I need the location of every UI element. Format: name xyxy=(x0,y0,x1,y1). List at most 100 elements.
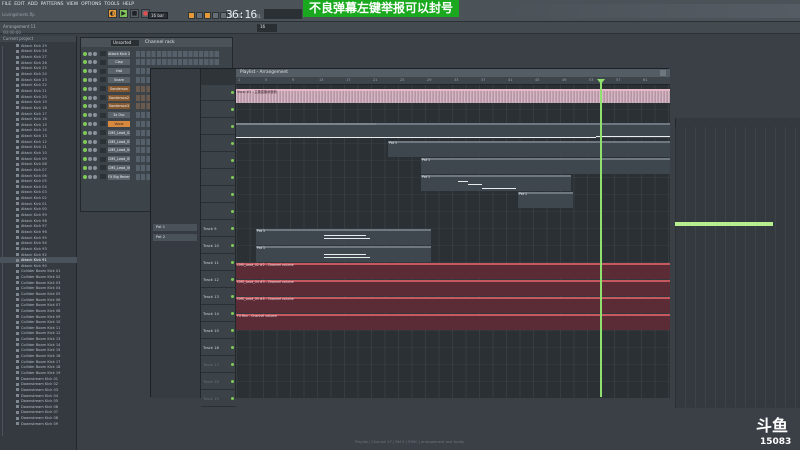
volume-knob-icon[interactable] xyxy=(93,86,97,91)
close-icon[interactable] xyxy=(660,70,666,76)
channel-name-button[interactable]: CMS_Lead_04 xyxy=(108,147,130,154)
menu-item[interactable]: OPTIONS xyxy=(81,2,101,10)
track-enable-led-icon[interactable] xyxy=(231,108,234,111)
track-enable-led-icon[interactable] xyxy=(231,312,234,315)
track-enable-led-icon[interactable] xyxy=(231,346,234,349)
playlist-grid[interactable]: Vocal #1 - 主播直播间音频 Pat 1 Pat 1 Pat 1 Pat… xyxy=(236,85,670,398)
track-enable-led-icon[interactable] xyxy=(231,261,234,264)
track-enable-led-icon[interactable] xyxy=(231,397,234,400)
channel-name-button[interactable]: Sanderson3 xyxy=(108,103,130,110)
channel-name-button[interactable]: Attack Kick 26 xyxy=(108,50,130,57)
mixer-track-field[interactable] xyxy=(100,156,106,162)
channel-name-button[interactable]: Sanderson xyxy=(108,85,130,92)
channel-name-button[interactable]: CMS_Lead_03 xyxy=(108,138,130,145)
mixer-track-field[interactable] xyxy=(100,174,106,180)
track-enable-led-icon[interactable] xyxy=(231,227,234,230)
menu-item[interactable]: ADD xyxy=(28,2,38,10)
track-header[interactable]: Track 18 xyxy=(201,374,236,390)
volume-knob-icon[interactable] xyxy=(93,77,97,82)
pan-knob-icon[interactable] xyxy=(88,174,92,179)
channel-mute-led-icon[interactable] xyxy=(83,104,87,109)
pan-knob-icon[interactable] xyxy=(88,121,92,126)
mixer-track-field[interactable] xyxy=(100,121,106,127)
pattern-clip[interactable]: Pat 1 xyxy=(388,141,670,157)
pan-knob-icon[interactable] xyxy=(88,165,92,170)
pan-knob-icon[interactable] xyxy=(88,60,92,65)
mixer-track-field[interactable] xyxy=(100,103,106,109)
channel-name-button[interactable]: FX Big Reverse xyxy=(108,173,130,180)
channel-mute-led-icon[interactable] xyxy=(83,86,87,91)
track-header[interactable]: Track 17 xyxy=(201,357,236,373)
channel-name-button[interactable]: CMS_Lead_05 xyxy=(108,156,130,163)
mixer-track-field[interactable] xyxy=(100,139,106,144)
automation-clip[interactable]: CMS_Lead_05 #4 - Channel volume xyxy=(236,297,670,313)
track-enable-led-icon[interactable] xyxy=(231,193,234,196)
volume-knob-icon[interactable] xyxy=(93,113,97,118)
mixer-track-field[interactable] xyxy=(100,112,106,118)
pattern-length-field[interactable]: 16 bar xyxy=(148,12,168,19)
track-enable-led-icon[interactable] xyxy=(231,244,234,247)
channel-mute-led-icon[interactable] xyxy=(83,148,87,153)
mixer-track-field[interactable] xyxy=(100,130,106,136)
mixer-track-field[interactable] xyxy=(100,147,106,153)
track-enable-led-icon[interactable] xyxy=(231,176,234,179)
play-icon[interactable]: ▶ xyxy=(119,9,128,18)
channel-name-button[interactable]: Vocal xyxy=(108,120,130,127)
mixer-track-field[interactable] xyxy=(100,68,106,74)
track-enable-led-icon[interactable] xyxy=(231,91,234,94)
mixer-track-field[interactable] xyxy=(100,77,106,83)
channel-name-button[interactable]: Snare xyxy=(108,76,130,83)
pan-knob-icon[interactable] xyxy=(88,157,92,162)
track-enable-led-icon[interactable] xyxy=(231,210,234,213)
track-header[interactable] xyxy=(201,102,236,118)
channel-name-button[interactable]: Clap xyxy=(108,59,130,66)
menu-item[interactable]: FILE xyxy=(2,2,11,10)
automation-clip[interactable]: FX Rev - Channel volume xyxy=(236,314,670,330)
mixer-track-field[interactable] xyxy=(100,51,106,56)
channel-row[interactable]: Clap xyxy=(83,59,231,66)
track-enable-led-icon[interactable] xyxy=(231,295,234,298)
track-header[interactable] xyxy=(201,85,236,101)
track-header[interactable] xyxy=(201,136,236,152)
pattern-clip[interactable]: Pat 1 xyxy=(256,229,431,245)
pan-knob-icon[interactable] xyxy=(88,104,92,109)
volume-knob-icon[interactable] xyxy=(93,174,97,179)
track-header[interactable]: Track 16 xyxy=(201,340,236,356)
channel-mute-led-icon[interactable] xyxy=(83,51,87,56)
volume-knob-icon[interactable] xyxy=(93,148,97,153)
channel-name-button[interactable]: Hat xyxy=(108,68,130,75)
channel-mute-led-icon[interactable] xyxy=(83,139,87,144)
pattern-clip[interactable] xyxy=(236,123,376,138)
playlist-title[interactable]: Playlist - Arrangement xyxy=(236,69,670,77)
channel-name-button[interactable]: CMS_Lead_02 xyxy=(108,129,130,136)
channel-name-button[interactable]: 3x Osc xyxy=(108,112,130,119)
track-header[interactable]: Track 14 xyxy=(201,306,236,322)
automation-clip[interactable]: CMS_Lead_04 #3 - Channel volume xyxy=(236,280,670,296)
automation-clip[interactable]: CMS_Lead_02 #2 - Channel volume xyxy=(236,263,670,279)
snap-field[interactable]: 16 xyxy=(257,24,277,32)
track-enable-led-icon[interactable] xyxy=(231,125,234,128)
delete-tool-icon[interactable] xyxy=(204,12,211,19)
pan-knob-icon[interactable] xyxy=(88,95,92,100)
channel-mute-led-icon[interactable] xyxy=(83,130,87,135)
menu-item[interactable]: PATTERNS xyxy=(41,2,64,10)
channel-mute-led-icon[interactable] xyxy=(83,121,87,126)
pan-knob-icon[interactable] xyxy=(88,51,92,56)
channel-name-button[interactable]: CMS_Lead_06 xyxy=(108,164,130,171)
playhead[interactable] xyxy=(600,79,602,397)
mute-tool-icon[interactable] xyxy=(212,12,219,19)
track-header[interactable]: Track 13 xyxy=(201,289,236,305)
audio-clip[interactable]: Vocal #1 - 主播直播间音频 xyxy=(236,89,670,103)
volume-knob-icon[interactable] xyxy=(93,69,97,74)
channel-mute-led-icon[interactable] xyxy=(83,60,87,65)
pan-knob-icon[interactable] xyxy=(88,86,92,91)
channel-filter-select[interactable]: Unsorted xyxy=(111,39,139,46)
track-enable-led-icon[interactable] xyxy=(231,363,234,366)
pan-knob-icon[interactable] xyxy=(88,113,92,118)
step-sequencer[interactable] xyxy=(136,50,220,57)
paint-tool-icon[interactable] xyxy=(196,12,203,19)
menu-item[interactable]: EDIT xyxy=(14,2,24,10)
picker-item[interactable]: Pat 2 xyxy=(153,234,197,241)
playhead-marker-icon[interactable] xyxy=(597,79,605,84)
volume-knob-icon[interactable] xyxy=(93,157,97,162)
